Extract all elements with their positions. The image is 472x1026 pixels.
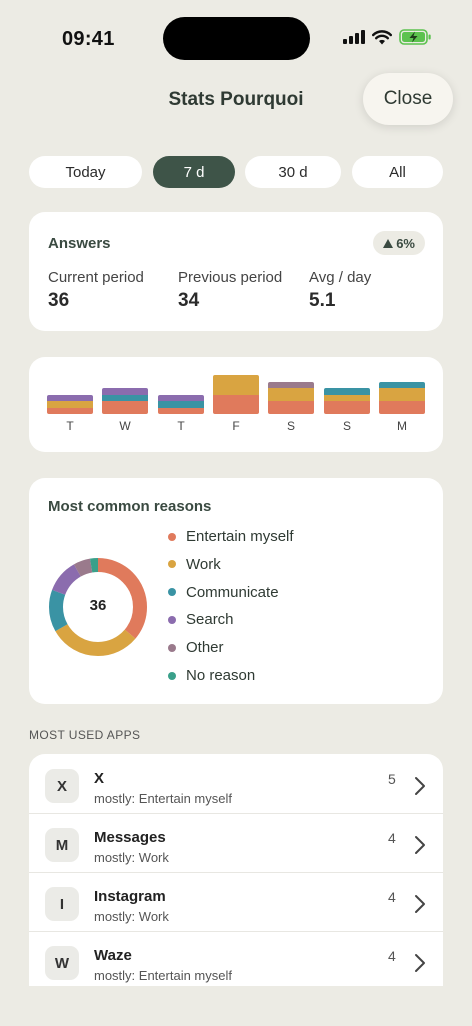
day-bar: [47, 394, 93, 414]
bar-segment-entertain: [379, 401, 425, 414]
app-count: 4: [388, 830, 396, 846]
close-button[interactable]: Close: [363, 73, 453, 125]
bar-segment-entertain: [102, 401, 148, 414]
stat-label: Avg / day: [309, 269, 372, 286]
tab-today[interactable]: Today: [29, 156, 142, 188]
day-label: W: [119, 419, 131, 433]
app-subtitle: mostly: Work: [94, 850, 169, 865]
app-row[interactable]: M Messages mostly: Work 4: [29, 813, 443, 872]
period-tabs: Today 7 d 30 d All: [29, 156, 443, 188]
apps-list: X Xmostly: Entertain myself 5 M Messages most…: [29, 754, 443, 986]
status-time: 09:41: [62, 28, 115, 50]
tab-all[interactable]: All: [352, 156, 443, 188]
app-name: Waze: [94, 947, 132, 964]
stat-value: 34: [178, 290, 200, 311]
dynamic-island: [163, 17, 310, 60]
day-bar: [324, 388, 370, 414]
app-row[interactable]: X Xmostly: Entertain myself 5: [29, 754, 443, 813]
app-subtitle: mostly: Work: [94, 909, 169, 924]
app-count: 5: [388, 771, 396, 787]
chevron-right-icon: [415, 836, 425, 854]
legend-item-communicate: Communicate: [168, 584, 279, 601]
stat-label: Previous period: [178, 269, 283, 286]
stat-value: 5.1: [309, 290, 336, 311]
legend-dot: [168, 532, 176, 541]
day-label: T: [66, 419, 74, 433]
legend-label: Work: [186, 555, 221, 573]
chevron-right-icon: [415, 777, 425, 795]
status-bar: 09:41: [0, 0, 472, 76]
legend-item-entertain: Entertain myself: [168, 528, 294, 545]
trend-value: 6%: [396, 235, 415, 251]
battery-charging-icon: [399, 29, 431, 45]
bar-segment-work: [213, 375, 259, 395]
legend-dot: [168, 588, 176, 597]
bar-segment-entertain: [268, 401, 314, 414]
day-label: M: [397, 419, 407, 433]
app-row[interactable]: W Waze mostly: Entertain myself 4: [29, 931, 443, 986]
legend-label: Other: [186, 639, 224, 657]
bar-segment-work: [379, 388, 425, 401]
app-subtitle: mostly: Entertain myself: [94, 791, 232, 806]
stat-previous-period: Previous period 34: [178, 269, 282, 312]
app-avatar: X: [45, 769, 79, 803]
stat-avg-per-day: Avg / day 5.1: [309, 269, 371, 312]
day-label: T: [177, 419, 185, 433]
app-avatar: M: [45, 828, 79, 862]
legend-item-other: Other: [168, 639, 224, 656]
tab-30d[interactable]: 30 d: [245, 156, 341, 188]
app-name: Instagram: [94, 888, 166, 905]
app-subtitle: mostly: Entertain myself: [94, 968, 232, 983]
day-bar: [379, 381, 425, 414]
app-name: X: [94, 770, 105, 787]
day-bar: [102, 388, 148, 414]
legend-dot: [168, 643, 176, 652]
legend-label: Entertain myself: [186, 528, 294, 545]
answers-title: Answers: [48, 235, 111, 252]
app-row[interactable]: I Instagram mostly: Work 4: [29, 872, 443, 931]
bar-segment-entertain: [158, 407, 204, 414]
app-count: 4: [388, 948, 396, 964]
legend-item-work: Work: [168, 556, 221, 573]
cellular-signal-icon: [343, 30, 365, 44]
day-bar: [158, 394, 204, 414]
legend-dot: [168, 671, 176, 680]
status-icons: [343, 29, 432, 45]
day-bar: [213, 375, 259, 414]
reasons-card: Most common reasons 36 Entertain myself W…: [29, 478, 443, 704]
trend-badge: 6%: [373, 231, 425, 255]
legend-item-search: Search: [168, 611, 234, 628]
app-avatar: W: [45, 946, 79, 980]
stat-value: 36: [48, 290, 70, 311]
stat-current-period: Current period 36: [48, 269, 144, 312]
day-label: S: [286, 419, 295, 433]
answers-card: Answers 6% Current period 36 Previous pe…: [29, 212, 443, 331]
stat-label: Current period: [48, 269, 144, 286]
chevron-right-icon: [415, 895, 425, 913]
legend-label: Search: [186, 611, 234, 629]
tab-7d[interactable]: 7 d: [153, 156, 235, 188]
day-label: F: [232, 419, 240, 433]
donut-total: 36: [89, 597, 107, 614]
legend-label: No reason: [186, 667, 256, 684]
legend-label: Communicate: [186, 583, 279, 601]
app-name: Messages: [94, 829, 166, 846]
app-avatar: I: [45, 887, 79, 921]
weekly-chart-card: TWTFSSM: [29, 357, 443, 452]
trend-up-icon: [383, 238, 394, 248]
legend-dot: [168, 615, 176, 624]
chevron-right-icon: [415, 954, 425, 972]
legend-dot: [168, 560, 176, 569]
day-label: S: [342, 419, 351, 433]
reasons-title: Most common reasons: [48, 498, 212, 515]
bar-segment-entertain: [213, 394, 259, 414]
bar-segment-entertain: [47, 407, 93, 414]
bar-segment-entertain: [324, 401, 370, 414]
wifi-icon: [372, 29, 392, 44]
app-count: 4: [388, 889, 396, 905]
section-label-most-used-apps: MOST USED APPS: [29, 728, 141, 742]
bar-segment-work: [268, 388, 314, 401]
legend-item-no_reason: No reason: [168, 667, 255, 684]
day-bar: [268, 381, 314, 414]
